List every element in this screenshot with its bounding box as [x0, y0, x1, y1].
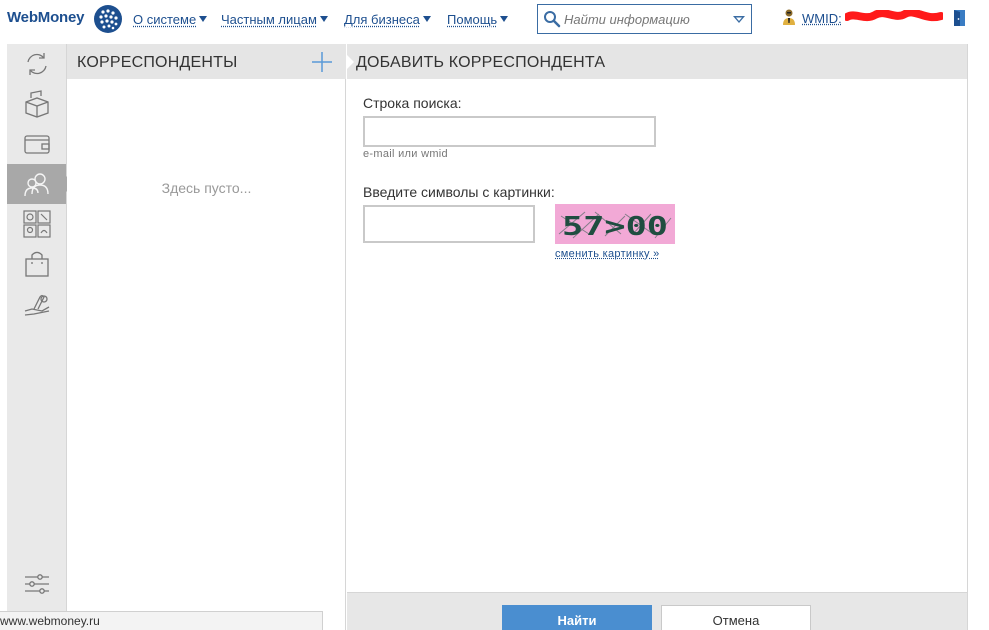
add-correspondent-title: ДОБАВИТЬ КОРРЕСПОНДЕНТА — [356, 54, 605, 72]
captcha-input[interactable] — [363, 205, 535, 243]
find-button[interactable]: Найти — [502, 605, 652, 630]
side-nav-rail — [7, 44, 67, 630]
site-search — [537, 4, 752, 34]
sliders-icon — [22, 569, 52, 599]
chevron-down-icon — [423, 16, 431, 22]
rail-item-correspondents[interactable] — [7, 164, 66, 204]
search-icon[interactable] — [543, 10, 561, 28]
wallet-icon — [22, 129, 52, 159]
rail-item-shopping[interactable] — [7, 244, 66, 284]
rail-item-boxes[interactable] — [7, 84, 66, 124]
search-string-label: Строка поиска: — [363, 95, 462, 111]
form-footer — [347, 592, 967, 630]
correspondents-header: КОРРЕСПОНДЕНТЫ — [67, 44, 346, 79]
search-input[interactable] — [564, 10, 724, 28]
rail-item-settings[interactable] — [7, 564, 66, 604]
nav-about-system[interactable]: О системе — [133, 12, 207, 27]
add-correspondent-header: ДОБАВИТЬ КОРРЕСПОНДЕНТА — [347, 44, 967, 79]
nav-help[interactable]: Помощь — [447, 12, 508, 27]
correspondents-panel: КОРРЕСПОНДЕНТЫ Здесь пусто... — [67, 44, 346, 630]
nav-for-business[interactable]: Для бизнеса — [344, 12, 431, 27]
search-string-field[interactable] — [363, 116, 656, 147]
correspondents-icon — [22, 169, 52, 199]
correspondents-title: КОРРЕСПОНДЕНТЫ — [77, 54, 237, 72]
search-dropdown-icon[interactable] — [731, 11, 747, 27]
webmoney-logo-text[interactable]: WebMoney — [7, 9, 84, 26]
captcha-text: 57>00 — [562, 212, 668, 242]
cancel-button[interactable]: Отмена — [661, 605, 811, 630]
add-correspondent-panel: ДОБАВИТЬ КОРРЕСПОНДЕНТА Строка поиска: e… — [347, 44, 967, 630]
captcha-image: 57>00 — [555, 204, 675, 244]
services-icon — [22, 209, 52, 239]
empty-list-message: Здесь пусто... — [67, 180, 346, 196]
search-string-hint: e-mail или wmid — [363, 148, 448, 160]
chevron-down-icon — [199, 16, 207, 22]
status-bar-url: www.webmoney.ru — [0, 611, 323, 630]
refresh-icon — [22, 49, 52, 79]
nav-private-persons[interactable]: Частным лицам — [221, 12, 328, 27]
rail-item-services[interactable] — [7, 204, 66, 244]
webmoney-globe-icon[interactable] — [93, 4, 123, 34]
rail-item-refresh[interactable] — [7, 44, 66, 84]
logout-icon[interactable] — [951, 9, 967, 27]
chevron-down-icon — [320, 16, 328, 22]
boxes-icon — [22, 89, 52, 119]
rail-item-payment[interactable] — [7, 284, 66, 324]
panel-right-border — [967, 44, 968, 630]
add-correspondent-plus-icon[interactable] — [311, 51, 333, 73]
rail-item-wallet[interactable] — [7, 124, 66, 164]
shopping-bag-icon — [22, 249, 52, 279]
wmid-label[interactable]: WMID: — [802, 11, 842, 26]
user-icon — [781, 8, 797, 26]
captcha-label: Введите символы с картинки: — [363, 184, 555, 200]
wmid-redacted-value — [845, 10, 943, 24]
change-captcha-link[interactable]: сменить картинку » — [555, 248, 660, 260]
top-bar: WebMoney О системе Частным лицам Для биз… — [0, 0, 989, 42]
hand-coin-icon — [22, 289, 52, 319]
chevron-down-icon — [500, 16, 508, 22]
